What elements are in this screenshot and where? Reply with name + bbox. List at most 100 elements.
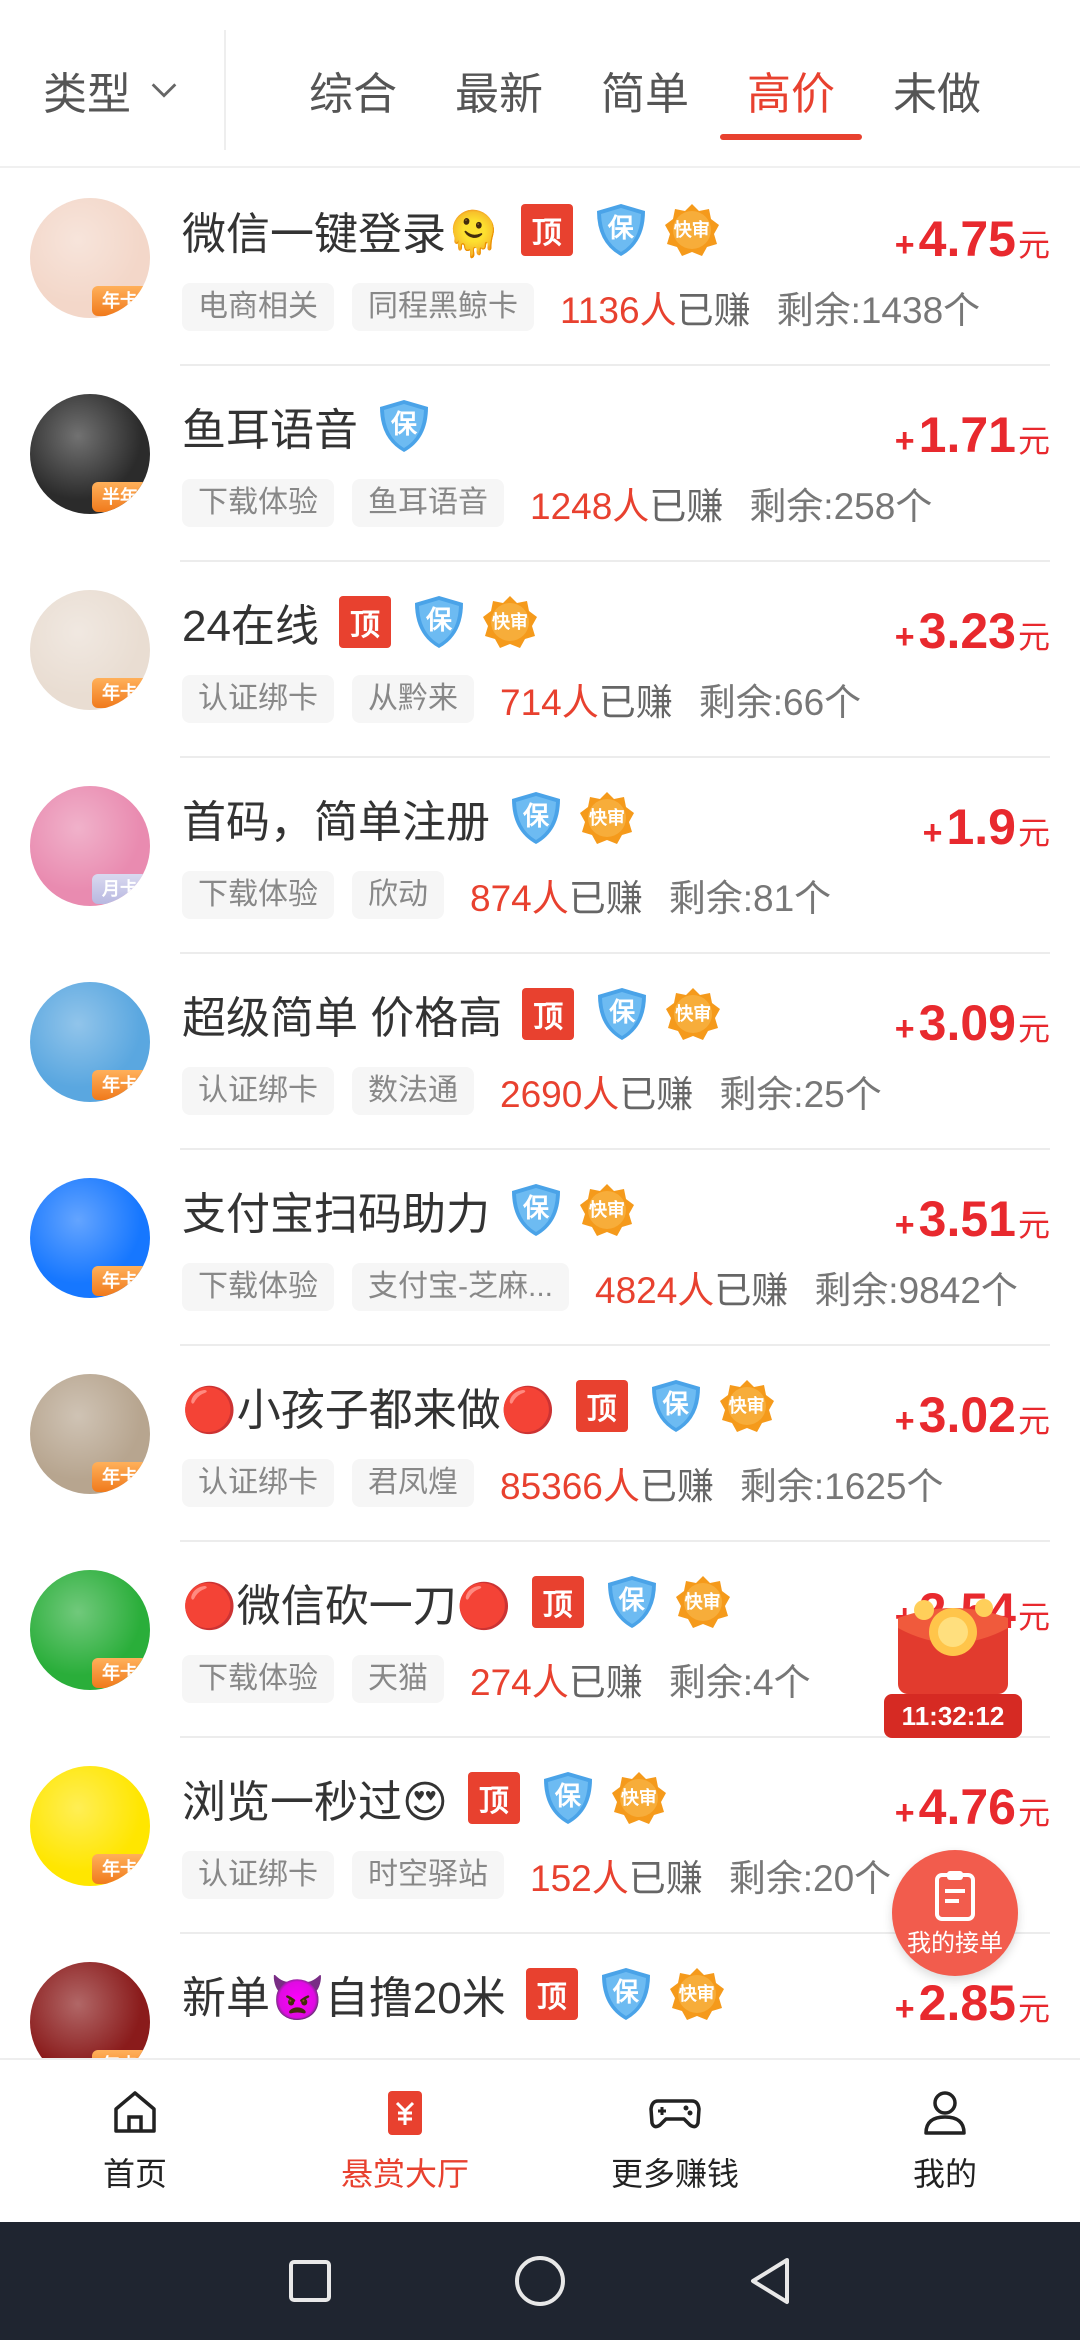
task-title: 超级简单 价格高 (182, 994, 503, 1043)
price-value: 3.02 (918, 1387, 1016, 1443)
task-row[interactable]: 半年 鱼耳语音保下载体验 鱼耳语音 1248人已赚 剩余:258个 +1.71 元 (0, 366, 1080, 562)
gift-countdown: 11:32:12 (884, 1694, 1022, 1738)
guarantee-label: 保 (607, 213, 634, 243)
task-avatar: 年卡 (30, 590, 150, 710)
remaining-count: 剩余:81个 (668, 878, 832, 919)
task-title-line: 新单👿自撸20米顶 保 快审 (182, 1962, 732, 2026)
circle-icon (515, 2256, 565, 2306)
price-value: 1.71 (918, 407, 1016, 463)
fast-review-label: 快审 (675, 1004, 712, 1024)
task-avatar: 年卡 (30, 982, 150, 1102)
reward-price: +4.75 元 (895, 210, 1050, 268)
square-icon (289, 2260, 331, 2302)
price-unit: 元 (1017, 815, 1050, 851)
type-filter-dropdown[interactable]: 类型 (0, 30, 226, 150)
reward-price: +4.76 元 (895, 1778, 1050, 1836)
sort-tabs: 综合 最新 简单 高价 未做 (280, 30, 1080, 150)
task-row[interactable]: 月卡 首码，简单注册 保 快审 下载体验 欣动 874人已赚 剩余:81个 +1.9 元 (0, 758, 1080, 954)
price-unit: 元 (1017, 1011, 1050, 1047)
back-triangle-icon (751, 2258, 789, 2304)
category-tag: 电商相关 (182, 283, 334, 331)
guarantee-label: 保 (390, 409, 417, 439)
red-packet-gift[interactable]: 11:32:12 (884, 1588, 1022, 1738)
price-unit: 元 (1017, 423, 1050, 459)
task-title-line: 支付宝扫码助力 保 快审 (182, 1178, 642, 1242)
task-meta: 下载体验 支付宝-芝麻... 4824人已赚 剩余:9842个 (182, 1262, 1018, 1312)
remaining-count: 剩余:258个 (749, 486, 933, 527)
task-title: 🔴微信砍一刀🔴 (182, 1582, 512, 1631)
task-title: 🔴小孩子都来做🔴 (182, 1386, 556, 1435)
recents-button[interactable] (195, 2257, 425, 2305)
task-row[interactable]: 年卡 超级简单 价格高顶 保 快审 认证绑卡 数法通 2690人已赚 剩余:25个 +3.09 元 (0, 954, 1080, 1150)
task-meta: 认证绑卡 君凤煌 85366人已赚 剩余:1625个 (182, 1458, 943, 1508)
price-unit: 元 (1017, 1207, 1050, 1243)
red-packet-icon (898, 1599, 1008, 1694)
earned-count: 714人已赚 (500, 672, 673, 726)
earned-count: 152人已赚 (530, 1848, 703, 1902)
reward-hall-icon (388, 2091, 422, 2135)
price-plus: + (922, 814, 943, 852)
guarantee-shield-icon: 保 (593, 201, 649, 259)
filter-bar: 类型 综合 最新 简单 高价 未做 (0, 0, 1080, 168)
clipboard-icon (935, 1870, 975, 1921)
remaining-count: 剩余:1438个 (776, 290, 981, 331)
fast-review-badge-icon: 快审 (664, 986, 722, 1042)
task-avatar: 年卡 (30, 1570, 150, 1690)
remaining-count: 剩余:66个 (698, 682, 862, 723)
task-row[interactable]: 年卡 24在线顶 保 快审 认证绑卡 从黔来 714人已赚 剩余:66个 +3.23 元 (0, 562, 1080, 758)
earned-number: 85366人 (500, 1466, 640, 1507)
fast-review-badge-icon: 快审 (481, 594, 539, 650)
task-row[interactable]: 年卡 微信一键登录🫠 顶 保 快审 电商相关 同程黑鲸卡 1136人已赚 剩余:1438个 +4.… (0, 170, 1080, 366)
nav-more-earn[interactable]: 更多赚钱 (540, 2060, 810, 2222)
task-meta: 认证绑卡 时空驿站 152人已赚 剩余:20个 (182, 1850, 891, 1900)
nav-home[interactable]: 首页 (0, 2060, 270, 2222)
guarantee-label: 保 (662, 1389, 689, 1419)
reward-price: +3.51 元 (895, 1190, 1050, 1248)
nav-mine[interactable]: 我的 (810, 2060, 1080, 2222)
task-title-line: 首码，简单注册 保 快审 (182, 786, 642, 850)
task-avatar: 年卡 (30, 1766, 150, 1886)
earned-suffix: 已赚 (714, 1270, 789, 1311)
tab-simple[interactable]: 简单 (572, 30, 718, 150)
nav-more-earn-label: 更多赚钱 (610, 2156, 739, 2192)
price-value: 3.51 (918, 1191, 1016, 1247)
earned-count: 1248人已赚 (530, 476, 723, 530)
fast-review-label: 快审 (620, 1788, 657, 1808)
guarantee-label: 保 (609, 997, 636, 1027)
nav-reward-hall[interactable]: 悬赏大厅 (270, 2060, 540, 2222)
task-list: 年卡 微信一键登录🫠 顶保快审 电商相关 同程黑鲸卡 1136人已赚 剩余:1438个 +4.… (0, 170, 1080, 2058)
top-tag: 顶 (522, 988, 575, 1040)
task-row[interactable]: 年卡 支付宝扫码助力 保 快审下载体验 支付宝-芝麻... 4824人已赚 剩余:9842个… (0, 1150, 1080, 1346)
fast-review-badge-icon: 快审 (578, 790, 636, 846)
reward-price: +1.71 元 (895, 406, 1050, 464)
task-row[interactable]: 年卡 🔴小孩子都来做🔴 顶 保 快审 认证绑卡 君凤煌 85366人已赚 剩余:1625个 +3.… (0, 1346, 1080, 1542)
earned-number: 874人 (470, 878, 569, 919)
guarantee-label: 保 (522, 1193, 549, 1223)
nav-mine-label: 我的 (912, 2156, 977, 2192)
category-tag: 认证绑卡 (182, 1459, 334, 1507)
price-plus: + (894, 1402, 915, 1440)
guarantee-label: 保 (618, 1585, 645, 1615)
membership-badge: 年卡 (92, 1854, 148, 1884)
nav-reward-hall-label: 悬赏大厅 (340, 2156, 469, 2192)
earned-suffix: 已赚 (568, 878, 643, 919)
tab-newest[interactable]: 最新 (426, 30, 572, 150)
tab-high-price[interactable]: 高价 (718, 30, 864, 150)
membership-badge: 年卡 (92, 1266, 148, 1296)
fast-review-label: 快审 (684, 1592, 721, 1612)
price-unit: 元 (1017, 1795, 1050, 1831)
task-title: 24在线 (182, 602, 319, 651)
bottom-nav: 首页 悬赏大厅 更多赚钱 我的 (0, 2058, 1080, 2222)
fast-review-label: 快审 (678, 1984, 715, 2004)
task-title-line: 浏览一秒过😍 顶 保 快审 (182, 1766, 674, 1830)
membership-badge: 年卡 (92, 678, 148, 708)
category-tag: 下载体验 (182, 871, 334, 919)
back-button[interactable] (655, 2254, 885, 2308)
tab-not-done[interactable]: 未做 (864, 30, 1010, 150)
my-orders-button[interactable]: 我的接单 (892, 1850, 1018, 1976)
fast-review-label: 快审 (589, 808, 625, 828)
price-value: 4.75 (918, 211, 1016, 267)
membership-badge: 月卡 (92, 874, 148, 904)
tab-comprehensive[interactable]: 综合 (280, 30, 426, 150)
home-system-button[interactable] (425, 2254, 655, 2308)
